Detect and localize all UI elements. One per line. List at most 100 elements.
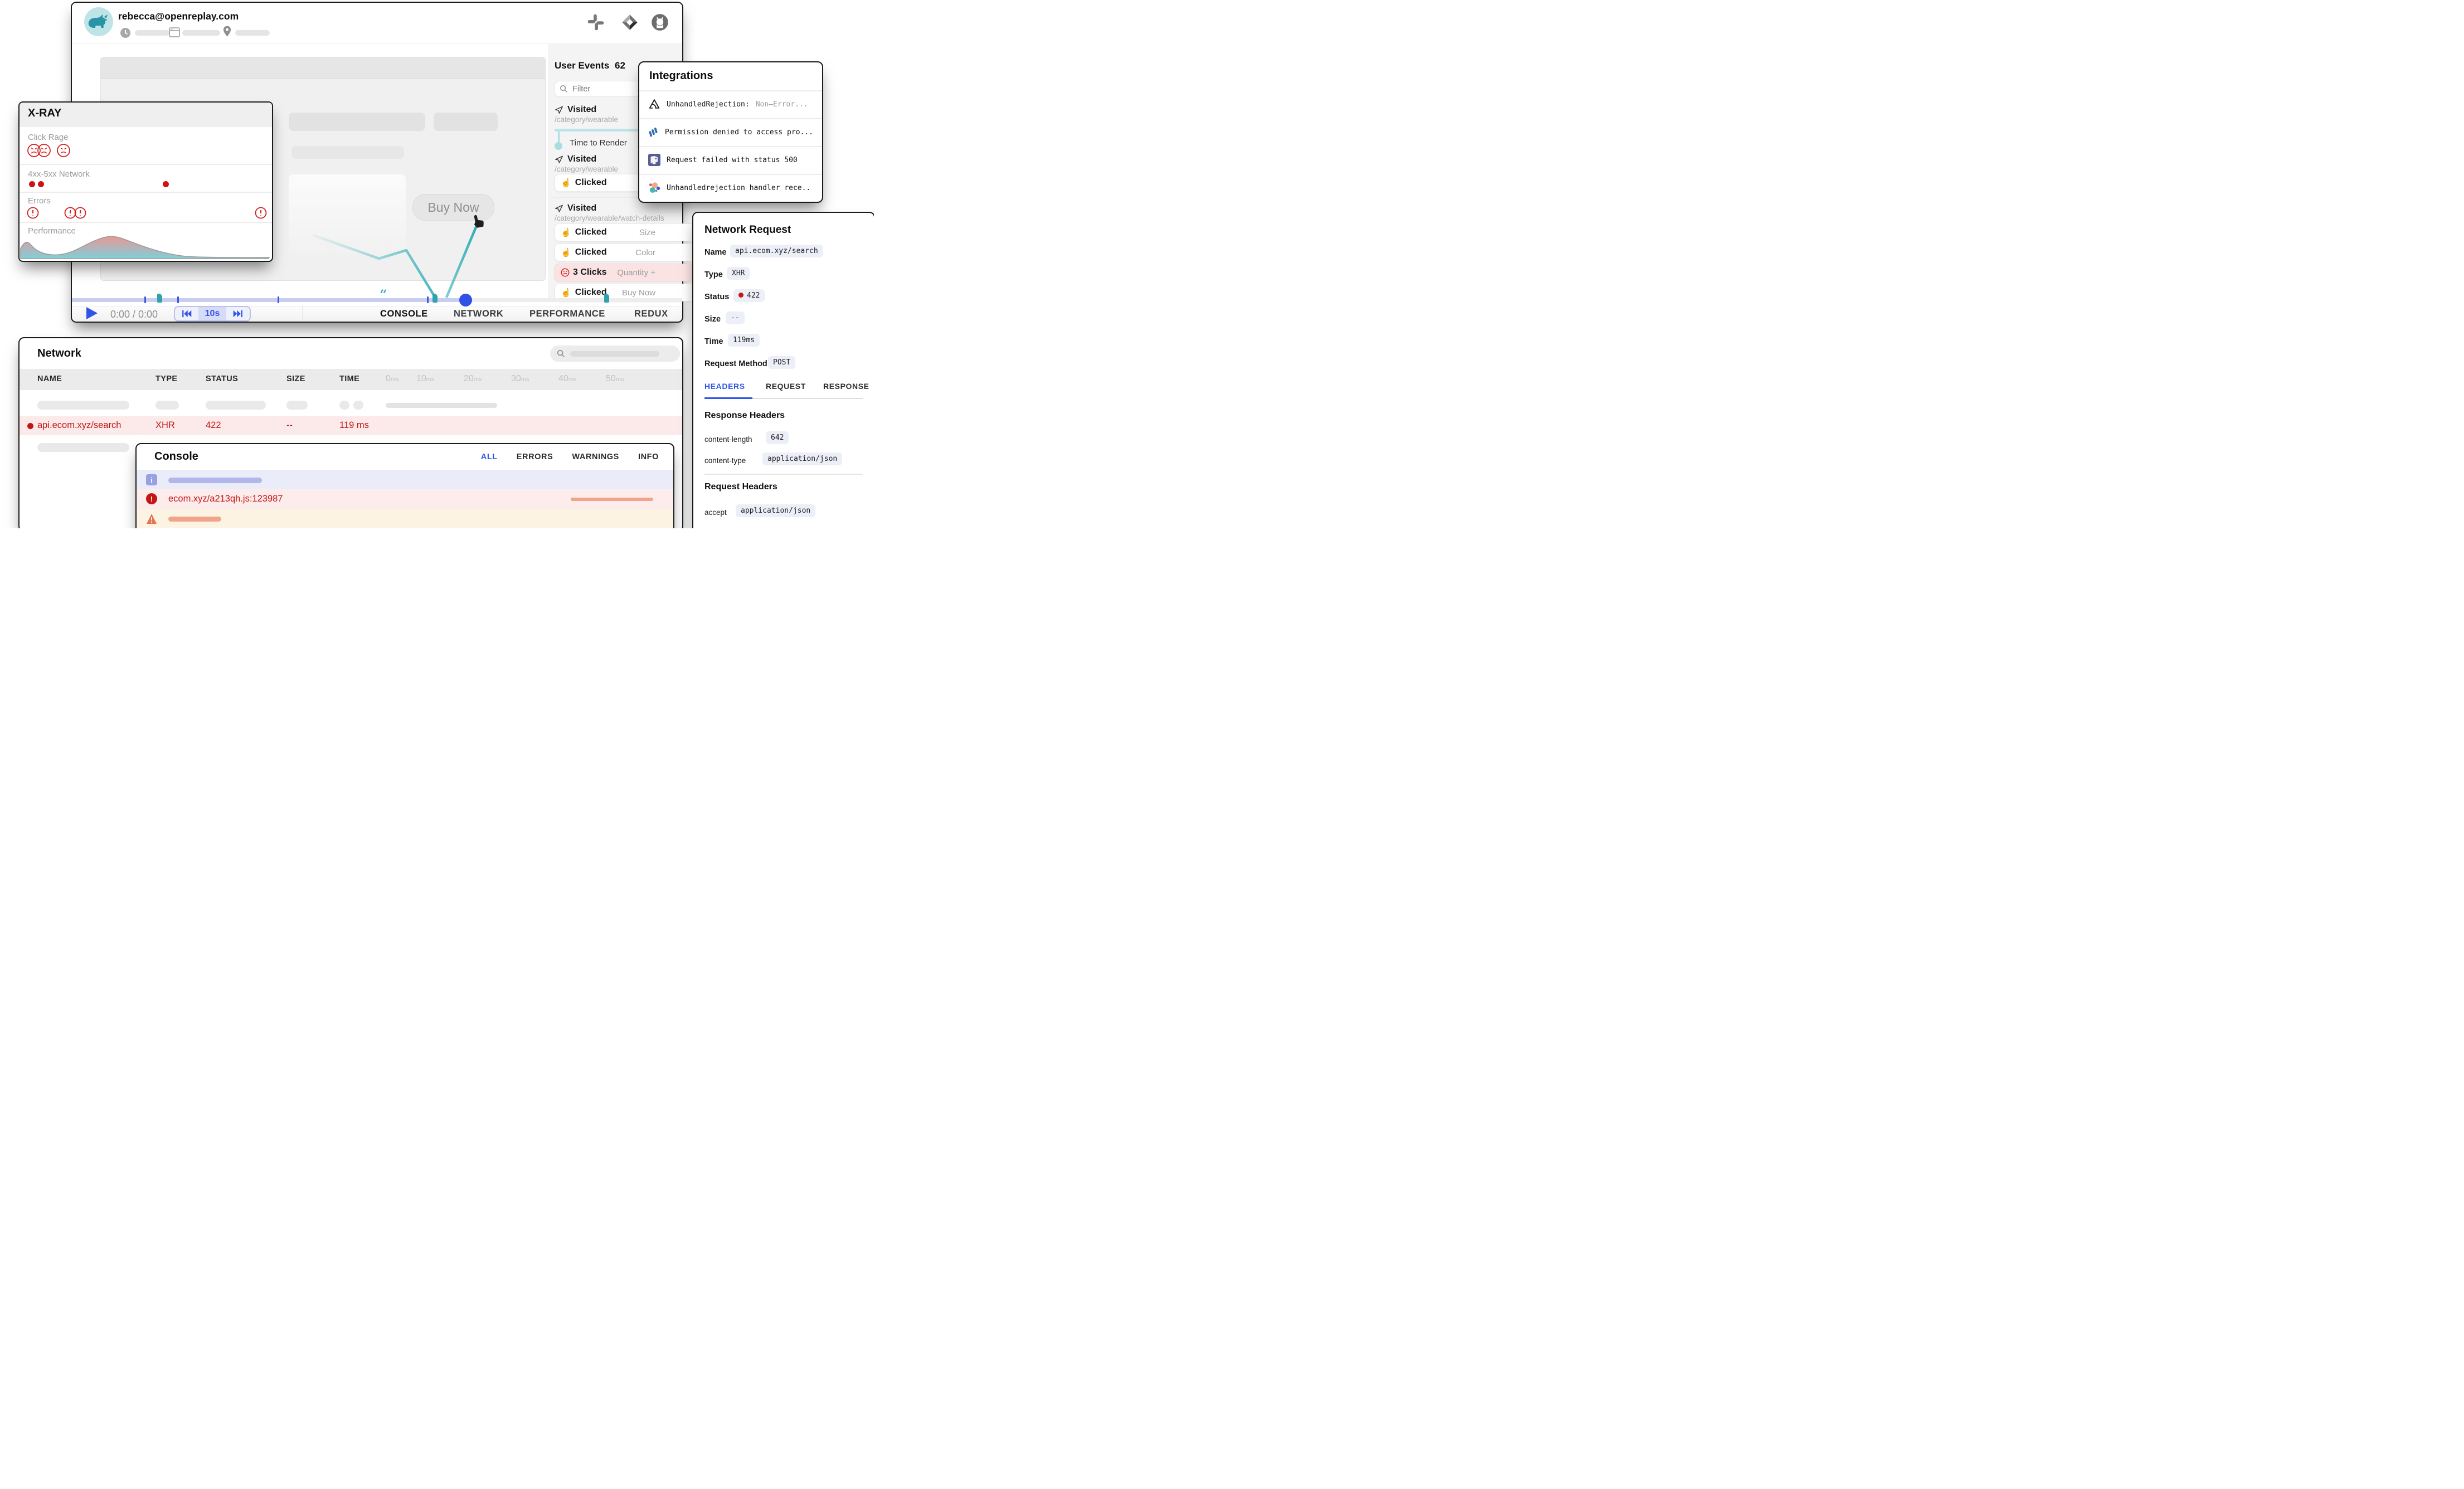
timeline-playhead[interactable] bbox=[459, 294, 472, 306]
quote-marker-icon[interactable]: “ bbox=[380, 288, 387, 301]
play-button[interactable] bbox=[86, 307, 98, 319]
timeline-page-marker[interactable] bbox=[432, 294, 438, 303]
network-request-window: Network Request Name api.ecom.xyz/search… bbox=[692, 212, 874, 528]
performance-area-chart bbox=[20, 233, 270, 260]
network-request-title: Network Request bbox=[704, 224, 791, 236]
qh-value-accept: application/json bbox=[736, 504, 815, 517]
tab-performance[interactable]: PERFORMANCE bbox=[529, 309, 605, 319]
console-title: Console bbox=[154, 450, 198, 463]
rh-label-content-type: content-type bbox=[704, 456, 746, 465]
xray-divider bbox=[20, 164, 272, 165]
visited-arrow-icon bbox=[555, 155, 563, 164]
nr-tab-response[interactable]: RESPONSE bbox=[823, 382, 869, 391]
angry-face-icon bbox=[561, 268, 570, 277]
skip-controls: 10s bbox=[174, 306, 251, 322]
cell-time: 119 ms bbox=[339, 420, 369, 431]
ruler-unit: ms bbox=[426, 376, 435, 383]
github-icon[interactable] bbox=[651, 13, 669, 31]
skip-forward-button[interactable] bbox=[226, 307, 250, 320]
slack-icon[interactable] bbox=[587, 14, 604, 31]
timeline-page-marker[interactable] bbox=[604, 294, 609, 303]
clicked-label: Clicked bbox=[575, 178, 607, 188]
location-pin-icon bbox=[222, 26, 232, 37]
tab-redux[interactable]: REDUX bbox=[634, 309, 668, 319]
clicked-label: Clicked bbox=[575, 288, 607, 298]
browser-icon bbox=[169, 27, 180, 38]
tab-network[interactable]: NETWORK bbox=[454, 309, 503, 319]
console-row-info[interactable]: i bbox=[137, 470, 673, 490]
col-type: TYPE bbox=[155, 374, 177, 383]
event-visited-3[interactable]: Visited bbox=[555, 203, 596, 213]
integrations-title: Integrations bbox=[649, 70, 713, 82]
field-value-size: -- bbox=[726, 312, 745, 324]
field-value-type: XHR bbox=[727, 267, 750, 280]
elastic-icon bbox=[648, 182, 660, 194]
integration-row-permission[interactable]: Permission denied to access pro... bbox=[639, 118, 822, 146]
rage-clicks-label: 3 Clicks bbox=[573, 267, 606, 278]
console-tab-all[interactable]: ALL bbox=[481, 452, 498, 461]
error-dot bbox=[27, 423, 33, 429]
console-tab-info[interactable]: INFO bbox=[638, 452, 659, 461]
subtitle-skeleton bbox=[291, 146, 404, 159]
cell-name: api.ecom.xyz/search bbox=[37, 420, 121, 431]
rh-value-content-type: application/json bbox=[762, 452, 842, 465]
network-search-box[interactable] bbox=[550, 346, 680, 362]
visited-url-1: /category/wearable bbox=[555, 115, 618, 124]
nr-divider bbox=[704, 474, 863, 475]
timeline-event-tick[interactable] bbox=[144, 296, 146, 303]
timeline-event-tick[interactable] bbox=[278, 296, 279, 303]
ruler-40ms: 40ms bbox=[558, 374, 576, 384]
event-visited-2[interactable]: Visited bbox=[555, 154, 596, 164]
skip-forward-icon bbox=[233, 310, 243, 318]
integration-row-elastic[interactable]: Unhandledrejection handler rece.. bbox=[639, 174, 822, 202]
field-value-name: api.ecom.xyz/search bbox=[730, 245, 823, 257]
network-title: Network bbox=[37, 347, 81, 360]
field-label-type: Type bbox=[704, 270, 723, 279]
field-label-method: Request Method bbox=[704, 359, 767, 368]
timeline-progress[interactable] bbox=[72, 298, 465, 302]
event-visited-1[interactable]: Visited bbox=[555, 105, 596, 115]
nr-tab-request[interactable]: REQUEST bbox=[766, 382, 806, 391]
nr-tab-headers[interactable]: HEADERS bbox=[704, 382, 745, 391]
col-size: SIZE bbox=[286, 374, 305, 383]
openreplay-marketing-screenshot: rebecca@openreplay.com bbox=[0, 0, 874, 528]
ruler-30ms: 30ms bbox=[511, 374, 529, 384]
network-error-dot bbox=[38, 181, 44, 187]
clock-icon bbox=[120, 27, 131, 38]
field-label-name: Name bbox=[704, 248, 727, 257]
console-row-warning[interactable] bbox=[137, 509, 673, 528]
rage-face-icons bbox=[27, 143, 76, 158]
integration-row-sentry[interactable]: UnhandledRejection: Non–Error... bbox=[639, 90, 822, 118]
field-value-method: POST bbox=[768, 356, 795, 369]
response-headers-title: Response Headers bbox=[704, 411, 785, 421]
product-image-skeleton bbox=[289, 174, 406, 255]
integrations-window: Integrations UnhandledRejection: Non–Err… bbox=[638, 61, 823, 203]
skip-interval-button[interactable]: 10s bbox=[198, 307, 226, 320]
network-row-error[interactable]: api.ecom.xyz/search XHR 422 -- 119 ms bbox=[20, 416, 682, 435]
console-row-error[interactable]: ! ecom.xyz/a213qh.js:123987 bbox=[137, 489, 673, 509]
ruler-num: 10 bbox=[416, 374, 426, 383]
skip-back-button[interactable] bbox=[175, 307, 198, 320]
integration-text: Unhandledrejection handler rece.. bbox=[667, 184, 810, 192]
tab-console[interactable]: CONSOLE bbox=[380, 309, 428, 319]
field-label-status: Status bbox=[704, 293, 729, 301]
integration-row-datadog[interactable]: Request failed with status 500 bbox=[639, 146, 822, 174]
datadog-icon bbox=[648, 154, 660, 166]
integration-text: Request failed with status 500 bbox=[667, 156, 798, 164]
search-icon bbox=[560, 85, 568, 93]
console-tab-errors[interactable]: ERRORS bbox=[517, 452, 553, 461]
timeline-event-tick[interactable] bbox=[427, 296, 429, 303]
network-errors-label: 4xx-5xx Network bbox=[28, 169, 90, 179]
timeline-event-tick[interactable] bbox=[177, 296, 179, 303]
timeline-page-marker[interactable] bbox=[157, 294, 162, 303]
visited-arrow-icon bbox=[555, 105, 563, 114]
timeline-remaining[interactable] bbox=[465, 298, 682, 302]
network-row-skeleton[interactable] bbox=[20, 396, 682, 415]
visited-arrow-icon bbox=[555, 204, 563, 213]
qh-label-accept: accept bbox=[704, 508, 727, 517]
jira-diamond-icon[interactable] bbox=[621, 13, 639, 31]
console-tab-warnings[interactable]: WARNINGS bbox=[572, 452, 619, 461]
cell-skeleton bbox=[37, 443, 129, 452]
integration-text: UnhandledRejection: bbox=[667, 100, 750, 109]
cell-skeleton bbox=[339, 401, 349, 410]
